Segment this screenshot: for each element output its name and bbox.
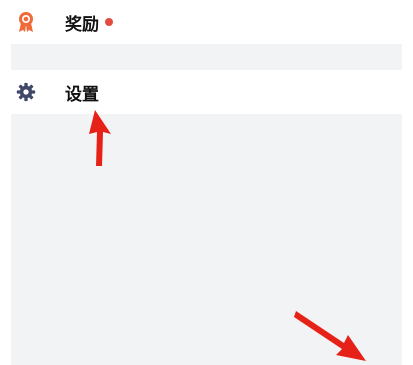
menu-item-label: 设置 xyxy=(65,84,99,105)
notification-badge xyxy=(105,18,113,26)
menu-item-settings[interactable]: 设置 xyxy=(11,70,402,114)
medal-icon xyxy=(15,11,37,33)
section-divider xyxy=(11,44,402,62)
menu-item-rewards[interactable]: 奖励 xyxy=(11,0,402,44)
gear-icon xyxy=(15,81,37,103)
menu-item-label: 奖励 xyxy=(65,14,99,35)
